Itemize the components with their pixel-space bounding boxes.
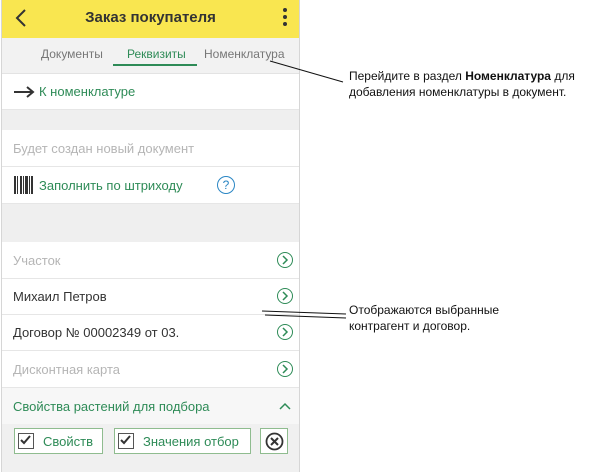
- callout-text: Перейдите в раздел: [349, 69, 466, 83]
- callout-counterparty: Отображаются выбранные контрагент и дого…: [349, 302, 499, 334]
- callout-text: Отображаются выбранные: [349, 303, 499, 317]
- callout-text: добавления номенклатуры в документ.: [349, 85, 567, 99]
- callout-text: для: [550, 69, 575, 83]
- callout-bold-text: Номенклатура: [465, 69, 551, 83]
- callout-text: контрагент и договор.: [349, 319, 471, 333]
- callout-nomenclature: Перейдите в раздел Номенклатура для доба…: [349, 68, 575, 100]
